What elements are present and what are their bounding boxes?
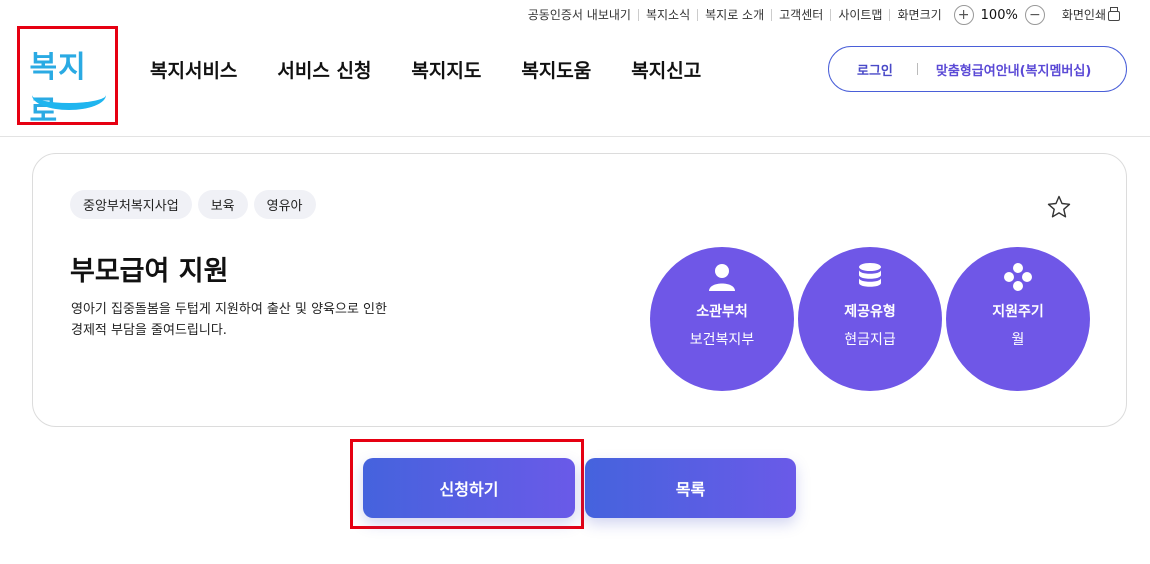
- list-button[interactable]: 목록: [585, 458, 796, 518]
- service-description: 영아기 집중돌봄을 두텁게 지원하여 출산 및 양육으로 인한 경제적 부담을 …: [71, 299, 431, 341]
- utility-link-about[interactable]: 복지로 소개: [698, 9, 773, 21]
- login-link[interactable]: 로그인: [857, 60, 893, 79]
- tag-infant: 영유아: [253, 190, 316, 219]
- service-title: 부모급여 지원: [70, 256, 229, 287]
- logo: 복지로: [26, 36, 110, 129]
- logo-smile-icon: [31, 80, 106, 110]
- divider: [916, 63, 918, 75]
- membership-link[interactable]: 맞춤형급여안내(복지멤버십): [936, 60, 1091, 79]
- nav-item-welfare-report[interactable]: 복지신고: [631, 56, 701, 83]
- favorite-star-icon[interactable]: [1046, 194, 1072, 220]
- main-nav: 복지서비스 서비스 신청 복지지도 복지도움 복지신고: [150, 56, 741, 83]
- nav-item-welfare-map[interactable]: 복지지도: [411, 56, 481, 83]
- info-value: 현금지급: [844, 332, 896, 348]
- print-label: 화면인쇄: [1061, 8, 1106, 22]
- utility-link-sitemap[interactable]: 사이트맵: [831, 9, 891, 21]
- utility-bar: 공동인증서 내보내기 복지소식 복지로 소개 고객센터 사이트맵 화면크기 + …: [521, 4, 1120, 26]
- print-button[interactable]: 화면인쇄: [1050, 6, 1120, 22]
- info-ministry: 소관부처 보건복지부: [650, 247, 794, 391]
- nav-item-welfare-help[interactable]: 복지도움: [521, 56, 591, 83]
- database-icon: [854, 261, 886, 293]
- info-support-cycle: 지원주기 월: [946, 247, 1090, 391]
- account-box: 로그인 맞춤형급여안내(복지멤버십): [828, 46, 1127, 92]
- nav-item-welfare-services[interactable]: 복지서비스: [150, 56, 237, 83]
- utility-link-certificate[interactable]: 공동인증서 내보내기: [521, 9, 639, 21]
- cycle-icon: [1002, 261, 1034, 293]
- screen-size-label: 화면크기: [897, 8, 942, 22]
- utility-link-news[interactable]: 복지소식: [639, 9, 699, 21]
- zoom-level: 100%: [980, 7, 1018, 23]
- service-card: 중앙부처복지사업 보육 영유아 부모급여 지원 영아기 집중돌봄을 두텁게 지원…: [32, 153, 1127, 427]
- zoom-in-button[interactable]: +: [953, 5, 974, 25]
- info-provision-type: 제공유형 현금지급: [798, 247, 942, 391]
- utility-link-customer-center[interactable]: 고객센터: [772, 9, 832, 21]
- printer-icon: [1108, 6, 1120, 21]
- info-value: 보건복지부: [689, 332, 755, 348]
- tag-childcare: 보육: [197, 190, 248, 219]
- person-icon: [706, 261, 738, 293]
- logo-link[interactable]: 복지로: [17, 26, 118, 129]
- header-divider: [0, 136, 1150, 137]
- info-value: 월: [1011, 332, 1025, 348]
- tag-list: 중앙부처복지사업 보육 영유아: [70, 190, 316, 219]
- description-line: 영아기 집중돌봄을 두텁게 지원하여 출산 및 양육으로 인한: [71, 302, 387, 317]
- description-line: 경제적 부담을 줄여드립니다.: [71, 323, 227, 338]
- apply-button[interactable]: 신청하기: [363, 458, 575, 518]
- nav-item-service-application[interactable]: 서비스 신청: [277, 56, 371, 83]
- tag-central-ministry: 중앙부처복지사업: [70, 190, 192, 219]
- zoom-out-button[interactable]: −: [1024, 5, 1045, 25]
- info-label: 소관부처: [696, 304, 748, 320]
- info-label: 지원주기: [992, 304, 1044, 320]
- info-label: 제공유형: [844, 304, 896, 320]
